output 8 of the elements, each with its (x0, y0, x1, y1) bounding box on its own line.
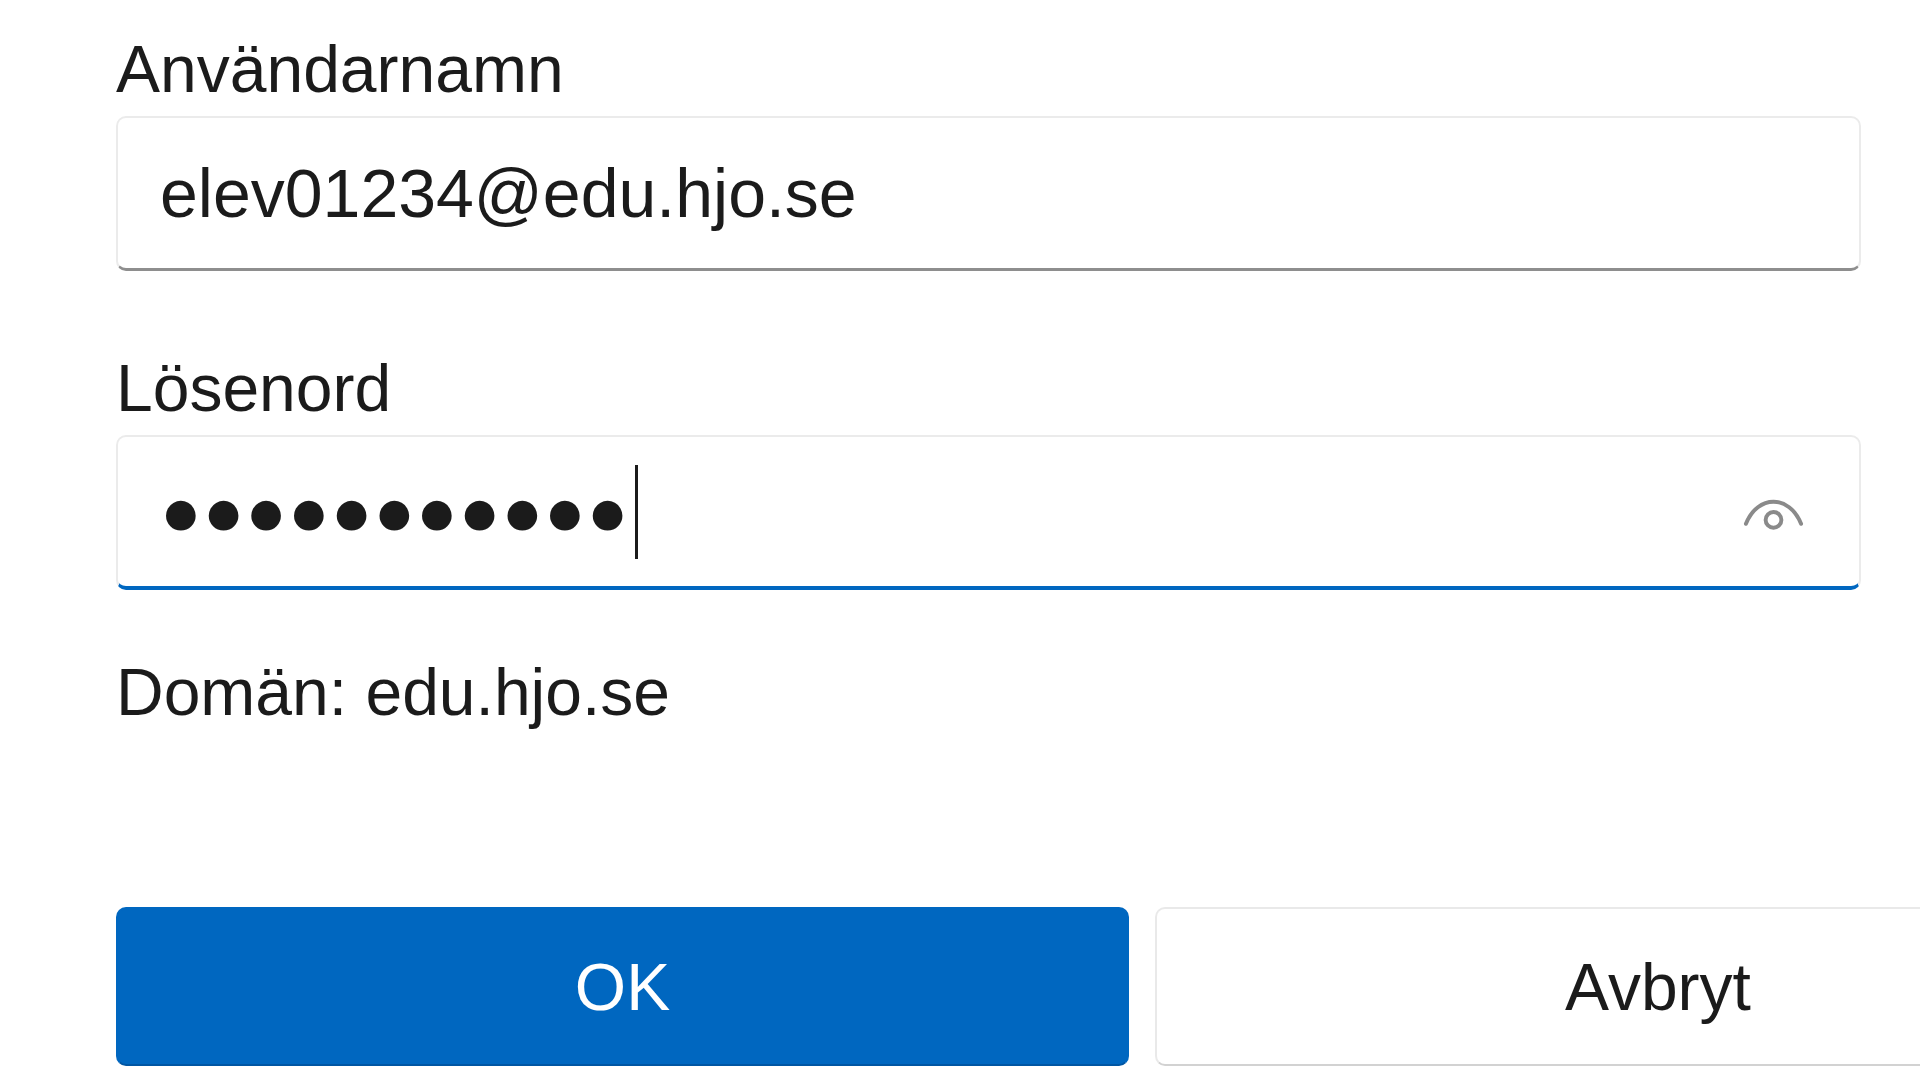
domain-text: Domän: edu.hjo.se (116, 654, 670, 731)
username-field[interactable]: elev01234@edu.hjo.se (116, 116, 1861, 271)
ok-button[interactable]: OK (116, 907, 1129, 1066)
password-field[interactable]: ●●●●●●●●●●● (116, 435, 1861, 590)
field-label: Användarnamn (116, 31, 564, 108)
field-label: Lösenord (116, 350, 392, 427)
cancel-button[interactable]: Avbryt (1155, 907, 1920, 1066)
text-cursor-icon (635, 464, 639, 559)
